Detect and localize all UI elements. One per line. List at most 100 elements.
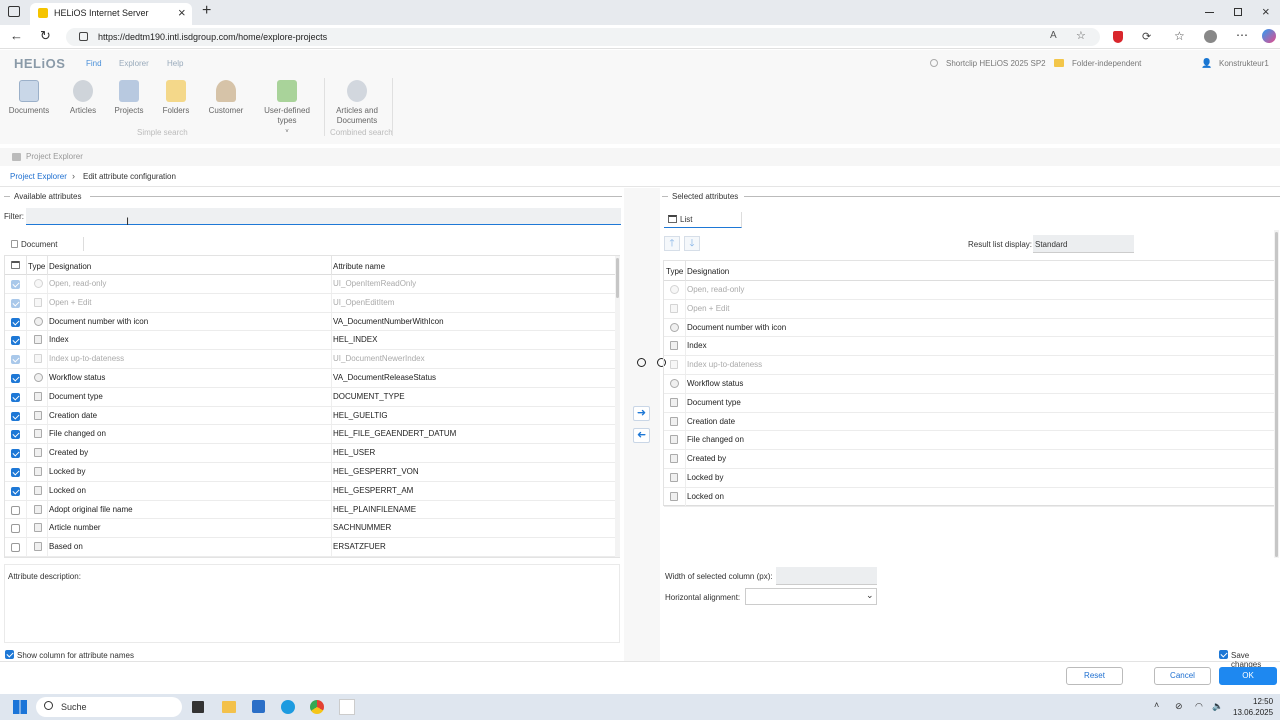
maximize-icon[interactable]: [1234, 8, 1242, 16]
table-row[interactable]: Index HEL_INDEX: [5, 331, 619, 351]
selected-scrollbar-thumb[interactable]: [1275, 232, 1278, 557]
row-checkbox[interactable]: [11, 467, 20, 477]
tray-chevron-icon[interactable]: ˄: [1154, 700, 1159, 710]
ribbon-customer-button[interactable]: Customer: [203, 80, 249, 116]
row-checkbox[interactable]: [11, 430, 20, 440]
browser-tab[interactable]: HELiOS Internet Server ×: [30, 3, 192, 25]
ribbon-articles-and-documents-button[interactable]: Articles and Documents: [330, 80, 384, 126]
result-list-select[interactable]: Standard: [1033, 235, 1134, 253]
show-column-checkbox[interactable]: [5, 650, 14, 659]
close-window-icon[interactable]: ×: [1262, 4, 1270, 19]
read-aloud-icon[interactable]: A: [1050, 30, 1057, 41]
table-row[interactable]: Locked on HEL_GESPERRT_AM: [5, 481, 619, 501]
folder-scope[interactable]: Folder-independent: [1072, 59, 1141, 68]
extensions-icon[interactable]: ⟳: [1142, 30, 1151, 43]
favorites-icon[interactable]: ☆: [1174, 29, 1185, 43]
nav-find[interactable]: Find: [86, 59, 102, 68]
wifi-icon[interactable]: ◠: [1195, 701, 1203, 712]
reset-button[interactable]: Reset: [1066, 667, 1123, 685]
alignment-select[interactable]: ⌄: [745, 588, 877, 605]
add-to-selected-button[interactable]: ➜: [633, 406, 650, 421]
ribbon-user-defined-types-button[interactable]: User-defined types ˅: [258, 80, 316, 137]
table-row[interactable]: Open + Edit: [664, 299, 1274, 319]
taskbar-search[interactable]: Suche: [36, 697, 182, 717]
table-row[interactable]: Document number with icon: [664, 318, 1274, 338]
column-attribute-name[interactable]: Attribute name: [333, 262, 385, 271]
table-row[interactable]: Open, read-only: [664, 281, 1274, 300]
table-row[interactable]: File changed on HEL_FILE_GEAENDERT_DATUM: [5, 425, 619, 445]
ribbon-documents-button[interactable]: Documents: [6, 80, 52, 116]
table-row[interactable]: Locked by: [664, 468, 1274, 488]
column-type[interactable]: Type: [666, 267, 683, 276]
table-row[interactable]: Creation date: [664, 412, 1274, 432]
chrome-icon[interactable]: [310, 700, 324, 714]
select-all-icon[interactable]: [11, 261, 20, 269]
save-changes-checkbox[interactable]: [1219, 650, 1228, 659]
table-row[interactable]: Locked on: [664, 487, 1274, 507]
minimize-icon[interactable]: [1205, 12, 1214, 13]
nav-explorer[interactable]: Explorer: [119, 59, 149, 68]
column-designation[interactable]: Designation: [49, 262, 91, 271]
more-menu-icon[interactable]: ⋯: [1236, 28, 1248, 42]
ok-button[interactable]: OK: [1219, 667, 1277, 685]
remove-from-selected-button[interactable]: ➜: [633, 428, 650, 443]
table-row[interactable]: Adopt original file name HEL_PLAINFILENAM…: [5, 500, 619, 520]
row-checkbox[interactable]: [11, 524, 20, 534]
reload-icon[interactable]: ↻: [40, 28, 51, 44]
row-checkbox[interactable]: [11, 373, 20, 383]
table-row[interactable]: Index up-to-dateness UI_DocumentNewerInde…: [5, 350, 619, 369]
row-checkbox[interactable]: [11, 411, 20, 421]
row-checkbox[interactable]: [11, 505, 20, 515]
table-row[interactable]: Based on ERSATZFUER: [5, 538, 619, 557]
table-row[interactable]: Open + Edit UI_OpenEditItem: [5, 293, 619, 313]
profile-avatar[interactable]: [1204, 30, 1217, 43]
table-row[interactable]: Open, read-only UI_OpenItemReadOnly: [5, 275, 619, 294]
clock-time[interactable]: 12:50: [1253, 697, 1273, 706]
width-input[interactable]: [776, 567, 877, 585]
table-row[interactable]: Document type: [664, 393, 1274, 413]
table-row[interactable]: Index up-to-dateness: [664, 356, 1274, 375]
user-name[interactable]: Konstrukteur1: [1219, 59, 1269, 68]
filter-input[interactable]: [26, 208, 621, 225]
column-designation[interactable]: Designation: [687, 267, 729, 276]
url-field[interactable]: https://dedtm190.intl.isdgroup.com/home/…: [66, 28, 1100, 46]
back-icon[interactable]: ←: [10, 28, 23, 43]
favorite-star-icon[interactable]: ☆: [1076, 29, 1086, 42]
copilot-icon[interactable]: [1262, 29, 1276, 43]
table-row[interactable]: Workflow status: [664, 374, 1274, 394]
breadcrumb-root[interactable]: Project Explorer: [10, 172, 67, 181]
row-checkbox[interactable]: [11, 336, 20, 346]
task-view-icon[interactable]: [192, 701, 204, 713]
table-row[interactable]: Creation date HEL_GUELTIG: [5, 406, 619, 426]
tab-list[interactable]: List: [664, 212, 742, 228]
table-row[interactable]: Document number with icon VA_DocumentNumb…: [5, 312, 619, 332]
available-scrollbar-thumb[interactable]: [616, 258, 619, 298]
new-tab-icon[interactable]: +: [202, 2, 211, 20]
edge-icon[interactable]: [281, 700, 295, 714]
windows-start-icon[interactable]: [13, 700, 27, 714]
store-icon[interactable]: [252, 700, 265, 713]
ribbon-articles-button[interactable]: Articles: [62, 80, 104, 116]
tab-actions-icon[interactable]: [8, 6, 20, 17]
table-row[interactable]: File changed on: [664, 431, 1274, 451]
brave-shield-icon[interactable]: [1113, 31, 1123, 43]
row-checkbox[interactable]: [11, 317, 20, 327]
table-row[interactable]: Created by: [664, 450, 1274, 469]
column-type[interactable]: Type: [28, 262, 45, 271]
clock-date[interactable]: 13.06.2025: [1233, 708, 1273, 717]
network-icon[interactable]: ⊘: [1175, 701, 1183, 712]
lock-icon[interactable]: [79, 32, 88, 41]
table-row[interactable]: Document type DOCUMENT_TYPE: [5, 387, 619, 407]
row-checkbox[interactable]: [11, 392, 20, 402]
row-checkbox[interactable]: [11, 486, 20, 496]
file-explorer-icon[interactable]: [222, 701, 236, 713]
move-down-button[interactable]: 🡓: [684, 236, 700, 251]
shortclip-link[interactable]: Shortclip HELiOS 2025 SP2: [946, 59, 1046, 68]
table-row[interactable]: Locked by HEL_GESPERRT_VON: [5, 462, 619, 482]
table-row[interactable]: Index: [664, 337, 1274, 357]
row-checkbox[interactable]: [11, 543, 20, 553]
table-row[interactable]: Article number SACHNUMMER: [5, 519, 619, 539]
ribbon-folders-button[interactable]: Folders: [155, 80, 197, 116]
tab-close-icon[interactable]: ×: [178, 5, 186, 20]
available-scrollbar[interactable]: [615, 256, 620, 557]
